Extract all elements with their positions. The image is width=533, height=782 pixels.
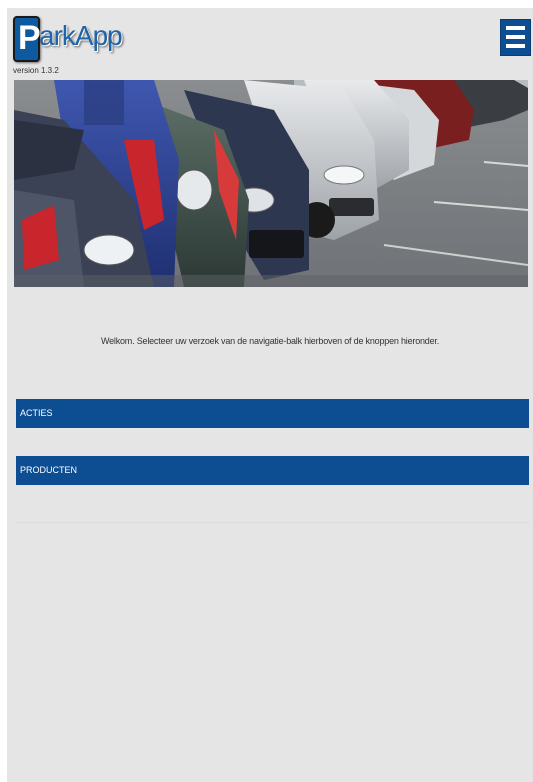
app-frame: P arkApp version 1.3.2 Welkom. Selecteer…: [7, 8, 533, 782]
hamburger-menu-icon: [506, 26, 525, 30]
acties-button[interactable]: ACTIES: [16, 399, 529, 428]
welcome-text: Welkom. Selecteer uw verzoek van de navi…: [100, 336, 440, 346]
hamburger-menu-icon: [506, 44, 525, 48]
parked-cars-photo: [14, 80, 528, 287]
parkapp-logo[interactable]: P arkApp: [13, 12, 123, 64]
hamburger-menu-button[interactable]: [500, 19, 531, 56]
logo-p-badge: P: [13, 16, 41, 62]
version-label: version 1.3.2: [13, 66, 59, 75]
producten-button[interactable]: PRODUCTEN: [16, 456, 529, 485]
logo-letter: P: [18, 19, 41, 57]
divider: [16, 522, 529, 523]
logo-text: arkApp: [39, 20, 123, 51]
banner-image: [14, 80, 528, 287]
hamburger-menu-icon: [506, 35, 525, 39]
